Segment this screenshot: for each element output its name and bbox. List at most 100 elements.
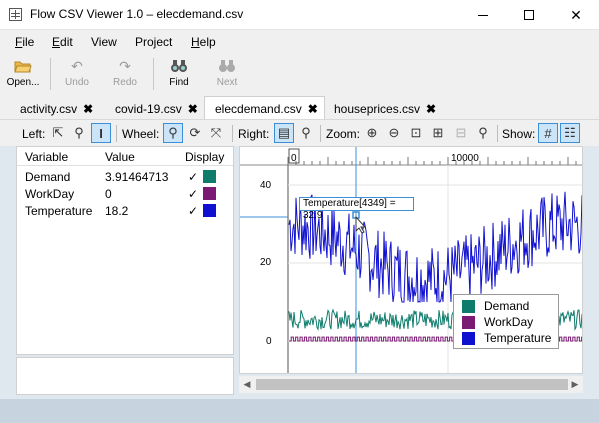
display-header: Display bbox=[185, 150, 225, 164]
open-button[interactable]: Open... bbox=[3, 54, 43, 94]
variable-value: 0 bbox=[105, 187, 112, 201]
chart-controls: Left: ⇱ ⚲ I Wheel: ⚲ ⟳ ⤧ Right: ▤ ⚲ Zoom… bbox=[0, 119, 599, 146]
scrollbar-thumb[interactable] bbox=[256, 379, 568, 390]
folder-open-icon bbox=[14, 58, 32, 74]
zoom-all-button[interactable]: ⚲ bbox=[473, 123, 493, 143]
find-label: Find bbox=[169, 77, 189, 88]
left-label: Left: bbox=[22, 127, 46, 141]
magnifier-icon: ⚲ bbox=[478, 125, 488, 140]
wheel-zoom-button[interactable]: ⚲ bbox=[163, 123, 183, 143]
variable-name: WorkDay bbox=[25, 187, 75, 201]
pointer-tool-button[interactable]: ⇱ bbox=[48, 123, 68, 143]
next-label: Next bbox=[216, 77, 238, 88]
menu-view[interactable]: View bbox=[91, 35, 117, 49]
zoom-in-button[interactable]: ⊕ bbox=[362, 123, 382, 143]
window-title: Flow CSV Viewer 1.0 – elecdemand.csv bbox=[30, 7, 244, 21]
variables-panel: Variable Value Display Demand 3.91464713… bbox=[16, 146, 234, 355]
magnifier-icon: ⚲ bbox=[74, 125, 84, 140]
display-checkbox[interactable]: ✓ bbox=[188, 170, 198, 184]
redo-button[interactable]: ↷ Redo bbox=[105, 54, 145, 94]
zoom-arrows-icon: ⟳ bbox=[189, 125, 201, 140]
control-separator bbox=[497, 125, 498, 142]
zoom-out-icon: ⊖ bbox=[388, 125, 400, 140]
open-label: Open... bbox=[6, 77, 40, 88]
control-separator bbox=[320, 125, 321, 142]
wheel-zoom-x-button[interactable]: ⟳ bbox=[185, 123, 205, 143]
next-button[interactable]: Next bbox=[207, 54, 247, 94]
legend-swatch bbox=[462, 332, 475, 345]
right-zoom-button[interactable]: ⚲ bbox=[296, 123, 316, 143]
undo-button[interactable]: ↶ Undo bbox=[57, 54, 97, 94]
tab-close-icon[interactable]: ✖ bbox=[83, 102, 93, 116]
tab-close-icon[interactable]: ✖ bbox=[188, 102, 198, 116]
x-tick-label: 0 bbox=[291, 153, 297, 164]
zoom-label: Zoom: bbox=[326, 127, 361, 141]
text-cursor-icon: I bbox=[99, 125, 103, 141]
zoom-reset-button[interactable]: ⊞ bbox=[428, 123, 448, 143]
variable-header: Variable bbox=[25, 150, 69, 164]
redo-label: Redo bbox=[113, 77, 137, 88]
show-legend-button[interactable]: ☷ bbox=[560, 123, 580, 143]
wheel-label: Wheel: bbox=[122, 127, 160, 141]
display-checkbox[interactable]: ✓ bbox=[188, 204, 198, 218]
chart-legend: Demand WorkDay Temperature bbox=[453, 294, 559, 349]
minimize-button[interactable] bbox=[460, 0, 506, 30]
tab-close-icon[interactable]: ✖ bbox=[426, 102, 436, 116]
mouse-cursor-icon bbox=[355, 215, 367, 234]
variable-row[interactable]: Temperature 18.2 ✓ bbox=[17, 202, 233, 219]
menu-edit[interactable]: Edit bbox=[52, 35, 73, 49]
maximize-button[interactable] bbox=[506, 0, 552, 30]
legend-item-workday: WorkDay bbox=[462, 315, 558, 329]
horizontal-scrollbar[interactable]: ◀ ▶ bbox=[239, 376, 583, 393]
menu-project[interactable]: Project bbox=[135, 35, 172, 49]
color-swatch[interactable] bbox=[203, 187, 216, 200]
minimize-icon bbox=[478, 14, 488, 16]
tab-close-icon[interactable]: ✖ bbox=[308, 102, 318, 116]
legend-swatch bbox=[462, 300, 475, 313]
right-clipboard-button[interactable]: ▤ bbox=[274, 123, 294, 143]
control-separator bbox=[232, 125, 233, 142]
display-checkbox[interactable]: ✓ bbox=[188, 187, 198, 201]
variable-row[interactable]: Demand 3.91464713 ✓ bbox=[17, 168, 233, 185]
y-tick-label: 40 bbox=[260, 180, 272, 191]
right-label: Right: bbox=[238, 127, 270, 141]
show-grid-button[interactable]: # bbox=[538, 123, 558, 143]
zoom-out-button[interactable]: ⊖ bbox=[384, 123, 404, 143]
variable-row[interactable]: WorkDay 0 ✓ bbox=[17, 185, 233, 202]
menu-help[interactable]: Help bbox=[191, 35, 216, 49]
control-separator bbox=[116, 125, 117, 142]
tab-activity[interactable]: activity.csv ✖ bbox=[20, 98, 93, 119]
color-swatch[interactable] bbox=[203, 204, 216, 217]
y-tick-label: 20 bbox=[260, 257, 272, 268]
legend-label: WorkDay bbox=[484, 315, 534, 329]
pointer-icon: ⇱ bbox=[52, 125, 64, 140]
scroll-right-icon[interactable]: ▶ bbox=[569, 379, 581, 390]
scroll-left-icon[interactable]: ◀ bbox=[241, 379, 253, 390]
binoculars-next-icon bbox=[218, 58, 236, 74]
clipboard-icon: ▤ bbox=[277, 125, 291, 140]
zoom-tool-button[interactable]: ⚲ bbox=[69, 123, 89, 143]
x-tick-label: 10000 bbox=[451, 153, 479, 164]
zoom-reset-icon: ⊞ bbox=[432, 125, 444, 140]
find-button[interactable]: Find bbox=[159, 54, 199, 94]
data-tooltip: Temperature[4349] = 32.9 bbox=[299, 197, 414, 221]
menu-file[interactable]: File bbox=[15, 35, 34, 49]
tab-elecdemand[interactable]: elecdemand.csv ✖ bbox=[204, 96, 325, 119]
tab-houseprices[interactable]: houseprices.csv ✖ bbox=[334, 98, 436, 119]
color-swatch[interactable] bbox=[203, 170, 216, 183]
tab-covid-19[interactable]: covid-19.csv ✖ bbox=[115, 98, 198, 119]
zoom-in-icon: ⊕ bbox=[366, 125, 378, 140]
variable-value: 3.91464713 bbox=[105, 170, 169, 184]
zoom-arrows-icon: ⤧ bbox=[210, 125, 222, 140]
legend-item-demand: Demand bbox=[462, 299, 558, 313]
zoom-prev-icon: ⊟ bbox=[455, 125, 467, 140]
status-bar bbox=[0, 399, 599, 423]
legend-item-temperature: Temperature bbox=[462, 331, 558, 345]
legend-icon: ☷ bbox=[564, 125, 576, 140]
zoom-fit-button[interactable]: ⊡ bbox=[406, 123, 426, 143]
text-cursor-tool-button[interactable]: I bbox=[91, 123, 111, 143]
close-button[interactable]: ✕ bbox=[553, 0, 599, 30]
legend-label: Temperature bbox=[484, 331, 552, 345]
zoom-prev-button[interactable]: ⊟ bbox=[451, 123, 471, 143]
wheel-zoom-y-button[interactable]: ⤧ bbox=[206, 123, 226, 143]
